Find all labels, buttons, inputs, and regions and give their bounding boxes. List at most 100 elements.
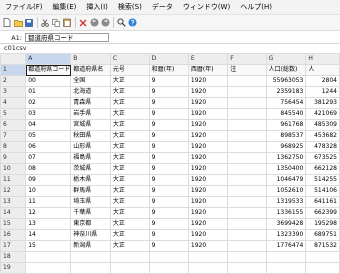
grid-cell[interactable] — [227, 86, 267, 98]
row-header[interactable]: 4 — [0, 97, 27, 109]
grid-cell[interactable]: 大正 — [109, 240, 150, 252]
grid-cell[interactable]: 1920 — [187, 185, 229, 197]
grid-cell[interactable] — [227, 108, 267, 120]
grid-cell[interactable]: 662128 — [305, 163, 340, 175]
grid-cell[interactable]: 2359183 — [265, 86, 307, 98]
grid-cell[interactable]: 02 — [25, 97, 72, 109]
save-icon[interactable] — [24, 17, 34, 28]
grid-cell[interactable]: 9 — [148, 196, 189, 208]
grid-cell[interactable]: 871532 — [305, 240, 340, 252]
grid-cell[interactable]: 都道府県コード — [25, 64, 72, 76]
grid-cell[interactable]: 845540 — [265, 108, 307, 120]
grid-cell[interactable]: 00 — [25, 75, 72, 87]
grid-cell[interactable]: 1319533 — [265, 196, 307, 208]
grid-cell[interactable]: 栃木県 — [70, 174, 111, 186]
row-header[interactable]: 6 — [0, 119, 27, 131]
row-header[interactable]: 13 — [0, 196, 27, 208]
grid-cell[interactable]: 9 — [148, 75, 189, 87]
grid-cell[interactable]: 08 — [25, 163, 72, 175]
grid-cell[interactable]: 05 — [25, 130, 72, 142]
grid-cell[interactable] — [70, 262, 111, 274]
redo-icon[interactable] — [100, 17, 110, 28]
grid-cell[interactable]: 1336155 — [265, 207, 307, 219]
menu-item[interactable]: ヘルプ(H) — [235, 0, 277, 14]
grid-cell[interactable]: 1920 — [187, 130, 229, 142]
grid-cell[interactable]: 1920 — [187, 207, 229, 219]
grid-cell[interactable]: 1920 — [187, 119, 229, 131]
grid-cell[interactable]: 大正 — [109, 185, 150, 197]
grid-cell[interactable]: 9 — [148, 141, 189, 153]
grid-cell[interactable]: 9 — [148, 97, 189, 109]
grid-cell[interactable]: 人口(総数) — [265, 64, 307, 76]
grid-cell[interactable] — [25, 251, 72, 263]
grid-cell[interactable]: 元号 — [109, 64, 150, 76]
grid-cell[interactable]: 大正 — [109, 86, 150, 98]
grid-cell[interactable]: 1323390 — [265, 229, 307, 241]
grid-cell[interactable] — [187, 262, 229, 274]
grid-cell[interactable] — [227, 97, 267, 109]
grid-cell[interactable]: 秋田県 — [70, 130, 111, 142]
grid-cell[interactable]: 大正 — [109, 207, 150, 219]
grid-cell[interactable]: 1046479 — [265, 174, 307, 186]
grid-cell[interactable] — [227, 251, 267, 263]
grid-cell[interactable]: 03 — [25, 108, 72, 120]
grid-cell[interactable]: 岩手県 — [70, 108, 111, 120]
grid-cell[interactable]: 1920 — [187, 174, 229, 186]
grid-cell[interactable]: 9 — [148, 174, 189, 186]
grid-cell[interactable] — [227, 130, 267, 142]
grid-cell[interactable]: 13 — [25, 218, 72, 230]
grid-cell[interactable]: 福島県 — [70, 152, 111, 164]
grid-cell[interactable]: 3699428 — [265, 218, 307, 230]
grid-cell[interactable]: 9 — [148, 185, 189, 197]
grid-cell[interactable] — [109, 262, 150, 274]
grid-cell[interactable]: 673525 — [305, 152, 340, 164]
grid-cell[interactable]: 大正 — [109, 97, 150, 109]
grid-cell[interactable]: 09 — [25, 174, 72, 186]
menu-item[interactable]: データ — [147, 0, 178, 14]
row-header[interactable]: 9 — [0, 152, 27, 164]
grid-cell[interactable]: 1920 — [187, 196, 229, 208]
grid-cell[interactable]: 9 — [148, 207, 189, 219]
grid-cell[interactable] — [187, 251, 229, 263]
row-header[interactable]: 19 — [0, 262, 27, 274]
grid-cell[interactable]: 381293 — [305, 97, 340, 109]
menu-item[interactable]: ファイル(F) — [0, 0, 48, 14]
grid-cell[interactable] — [227, 119, 267, 131]
grid-cell[interactable] — [265, 251, 307, 263]
grid-cell[interactable]: 1920 — [187, 240, 229, 252]
grid-cell[interactable] — [227, 152, 267, 164]
grid-cell[interactable]: 1350400 — [265, 163, 307, 175]
row-header[interactable]: 15 — [0, 218, 27, 230]
grid-cell[interactable] — [227, 262, 267, 274]
column-header[interactable]: G — [265, 53, 307, 65]
formula-input[interactable]: 都道府県コード — [25, 33, 109, 42]
grid-cell[interactable]: 新潟県 — [70, 240, 111, 252]
grid-cell[interactable]: 1920 — [187, 163, 229, 175]
menu-item[interactable]: 検索(S) — [113, 0, 147, 14]
grid-cell[interactable] — [265, 262, 307, 274]
open-folder-icon[interactable] — [13, 17, 23, 28]
grid-cell[interactable]: 茨城県 — [70, 163, 111, 175]
grid-cell[interactable]: 千葉県 — [70, 207, 111, 219]
delete-icon[interactable] — [78, 17, 88, 28]
grid-cell[interactable]: 10 — [25, 185, 72, 197]
cut-icon[interactable] — [40, 17, 50, 28]
grid-cell[interactable] — [227, 218, 267, 230]
grid-cell[interactable]: 9 — [148, 163, 189, 175]
grid-cell[interactable] — [305, 262, 340, 274]
grid-cell[interactable]: 1920 — [187, 152, 229, 164]
grid-cell[interactable]: 西暦(年) — [187, 64, 229, 76]
row-header[interactable]: 18 — [0, 251, 27, 263]
row-header[interactable]: 10 — [0, 163, 27, 175]
grid-cell[interactable]: 9 — [148, 240, 189, 252]
grid-cell[interactable]: 大正 — [109, 196, 150, 208]
grid-cell[interactable]: 大正 — [109, 141, 150, 153]
grid-cell[interactable]: 9 — [148, 108, 189, 120]
grid-cell[interactable]: 人 — [305, 64, 340, 76]
grid-cell[interactable] — [227, 174, 267, 186]
row-header[interactable]: 2 — [0, 75, 27, 87]
grid-cell[interactable]: 都道府県名 — [70, 64, 111, 76]
grid-cell[interactable] — [227, 185, 267, 197]
grid-cell[interactable] — [148, 251, 189, 263]
grid-cell[interactable]: 11 — [25, 196, 72, 208]
